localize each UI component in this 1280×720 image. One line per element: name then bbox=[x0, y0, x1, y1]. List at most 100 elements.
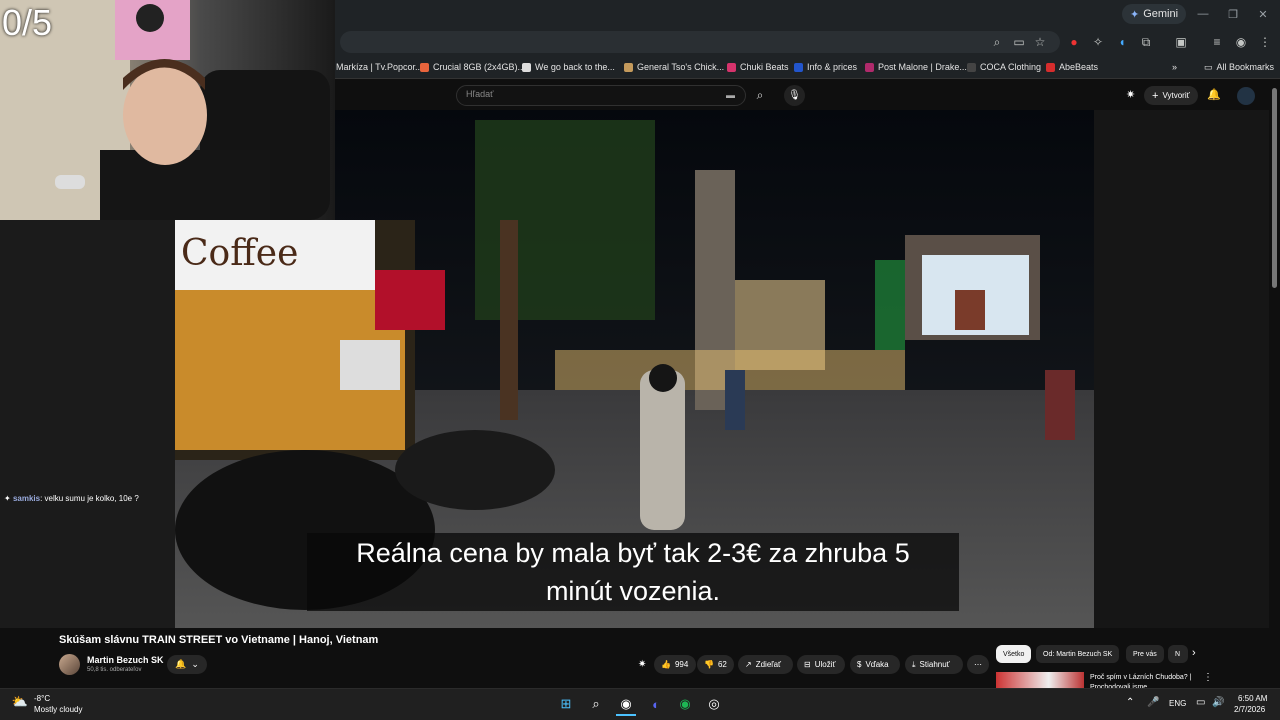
microphone-icon[interactable]: 🎤 bbox=[1147, 697, 1159, 708]
weather-icon[interactable]: ⛅ bbox=[10, 692, 30, 712]
clock-date[interactable]: 2/7/2026 bbox=[1234, 705, 1265, 714]
mic-icon: 🎙 bbox=[788, 90, 801, 101]
share-label: Zdieľať bbox=[755, 660, 782, 669]
sparkle-icon[interactable]: ✷ bbox=[638, 659, 646, 670]
windows-taskbar bbox=[0, 688, 1280, 720]
spotify-icon[interactable]: ◉ bbox=[675, 694, 695, 714]
network-icon[interactable]: ▭ bbox=[1196, 697, 1205, 708]
bookmark-item[interactable]: Chuki Beats bbox=[727, 60, 789, 74]
address-bar[interactable] bbox=[340, 31, 1060, 53]
bookmark-favicon bbox=[727, 62, 736, 72]
keyboard-icon[interactable]: ▬ bbox=[726, 90, 735, 100]
thanks-button[interactable]: $ Vďaka bbox=[850, 655, 900, 674]
share-icon: ↗ bbox=[745, 660, 752, 669]
bookmark-favicon bbox=[1046, 62, 1055, 72]
reading-list-icon[interactable]: ≡ bbox=[1208, 33, 1226, 51]
bookmark-item[interactable]: Post Malone | Drake... bbox=[865, 60, 967, 74]
search-icon[interactable]: ⌕ bbox=[586, 694, 606, 714]
bookmark-label: Post Malone | Drake... bbox=[878, 62, 967, 72]
all-bookmarks-button[interactable]: ▭ All Bookmarks bbox=[1204, 60, 1274, 74]
thanks-label: Vďaka bbox=[865, 660, 889, 669]
bookmark-star-icon[interactable]: ☆ bbox=[1031, 33, 1049, 51]
extension-icon[interactable]: ● bbox=[1065, 33, 1083, 51]
chevron-right-icon[interactable]: › bbox=[1192, 647, 1196, 659]
bookmark-item[interactable]: General Tso's Chick... bbox=[624, 60, 724, 74]
notifications-bell-icon[interactable]: 🔔 bbox=[1207, 88, 1221, 101]
channel-name[interactable]: Martin Bezuch SK bbox=[87, 655, 164, 665]
recommended-thumbnail[interactable] bbox=[996, 672, 1084, 688]
start-icon[interactable]: ⊞ bbox=[556, 694, 576, 714]
studio-icon[interactable]: ✷ bbox=[1126, 88, 1135, 101]
search-button[interactable]: ⌕ bbox=[746, 85, 774, 106]
bookmark-label: We go back to the... bbox=[535, 62, 615, 72]
dislike-button[interactable]: 👎 62 bbox=[697, 655, 734, 674]
recommended-title[interactable]: Proč spím v Lázních Chudoba? | Prochodov… bbox=[1090, 673, 1205, 689]
cast-icon[interactable]: ▭ bbox=[1010, 33, 1028, 51]
chip-for-you[interactable]: Pre vás bbox=[1126, 645, 1164, 663]
bookmark-item[interactable]: AbeBeats bbox=[1046, 60, 1098, 74]
minimize-button[interactable]: — bbox=[1188, 4, 1218, 24]
chip-channel[interactable]: Od: Martin Bezuch SK bbox=[1036, 645, 1120, 663]
subscribed-notify-button[interactable]: 🔔 ⌄ bbox=[167, 655, 207, 674]
create-button[interactable]: + Vytvoriť bbox=[1144, 86, 1198, 105]
app-icon[interactable]: ◎ bbox=[704, 694, 724, 714]
more-vert-icon[interactable]: ⋮ bbox=[1203, 672, 1213, 683]
weather-temperature[interactable]: -8°C bbox=[34, 694, 50, 703]
discord-icon[interactable]: ◐ bbox=[646, 694, 666, 714]
save-button[interactable]: ⊟ Uložiť bbox=[797, 655, 845, 674]
chat-badge-icon: ✦ bbox=[4, 494, 13, 503]
tray-chevron-icon[interactable]: ⌃ bbox=[1126, 697, 1134, 708]
extensions-puzzle-icon[interactable]: ⧉ bbox=[1137, 33, 1155, 51]
bookmark-favicon bbox=[624, 62, 633, 72]
menu-dots-icon[interactable]: ⋮ bbox=[1256, 33, 1274, 51]
bookmark-favicon bbox=[522, 62, 531, 72]
extension-icon[interactable]: ✧ bbox=[1089, 33, 1107, 51]
save-label: Uložiť bbox=[814, 660, 836, 669]
page-scrollbar[interactable] bbox=[1272, 88, 1277, 288]
bookmark-favicon bbox=[865, 62, 874, 72]
bookmark-item[interactable]: Info & prices bbox=[794, 60, 857, 74]
zoom-icon[interactable]: ⌕ bbox=[988, 33, 1006, 51]
thanks-icon: $ bbox=[857, 660, 862, 669]
chevron-down-icon: ⌄ bbox=[191, 659, 199, 669]
profile-avatar[interactable]: ◉ bbox=[1232, 33, 1250, 51]
bookmark-item[interactable]: Markíza | Tv.Popcor... bbox=[336, 60, 423, 74]
chrome-icon[interactable]: ◉ bbox=[616, 694, 636, 716]
language-indicator[interactable]: ENG bbox=[1169, 699, 1186, 708]
search-placeholder: Hľadať bbox=[466, 89, 494, 99]
volume-icon[interactable]: 🔊 bbox=[1212, 697, 1224, 708]
bookmark-item[interactable]: Crucial 8GB (2x4GB)... bbox=[420, 60, 525, 74]
bookmarks-overflow-icon[interactable]: » bbox=[1172, 60, 1177, 74]
voice-search-button[interactable]: 🎙 bbox=[784, 85, 805, 106]
bookmark-item[interactable]: COCA Clothing bbox=[967, 60, 1041, 74]
clock-time[interactable]: 6:50 AM bbox=[1238, 694, 1267, 703]
chip-more[interactable]: N bbox=[1168, 645, 1188, 663]
svg-text:Coffee: Coffee bbox=[181, 233, 298, 274]
bookmark-item[interactable]: We go back to the... bbox=[522, 60, 615, 74]
weather-description[interactable]: Mostly cloudy bbox=[34, 705, 82, 714]
thumbs-down-icon: 👎 bbox=[704, 660, 714, 669]
video-title: Skúšam slávnu TRAIN STREET vo Vietname |… bbox=[59, 634, 379, 646]
all-bookmarks-label: All Bookmarks bbox=[1216, 62, 1275, 72]
folder-icon: ▭ bbox=[1204, 61, 1213, 72]
account-avatar[interactable] bbox=[1237, 87, 1255, 105]
gemini-icon: ✦ bbox=[1130, 8, 1140, 21]
bookmark-favicon bbox=[794, 62, 803, 72]
gemini-button[interactable]: ✦ Gemini bbox=[1122, 4, 1187, 24]
subscriber-count: 50,8 tis. odberateľov bbox=[87, 667, 142, 673]
bookmark-favicon bbox=[420, 62, 429, 72]
search-input[interactable] bbox=[456, 85, 746, 106]
share-button[interactable]: ↗ Zdieľať bbox=[738, 655, 793, 674]
create-label: Vytvoriť bbox=[1162, 91, 1190, 100]
stream-chat-pane bbox=[0, 220, 175, 628]
maximize-button[interactable]: ❐ bbox=[1218, 4, 1248, 24]
chip-all[interactable]: Všetko bbox=[996, 645, 1032, 663]
close-button[interactable]: ✕ bbox=[1248, 4, 1278, 24]
like-button[interactable]: 👍 994 bbox=[654, 655, 696, 674]
side-panel-icon[interactable]: ▣ bbox=[1172, 33, 1190, 51]
extension-icon[interactable]: ◖ bbox=[1113, 33, 1131, 51]
bookmark-label: Markíza | Tv.Popcor... bbox=[336, 62, 423, 72]
channel-avatar[interactable] bbox=[59, 654, 80, 675]
download-button[interactable]: ⤓ Stiahnuť bbox=[905, 655, 963, 674]
more-actions-button[interactable]: ⋯ bbox=[967, 655, 989, 674]
